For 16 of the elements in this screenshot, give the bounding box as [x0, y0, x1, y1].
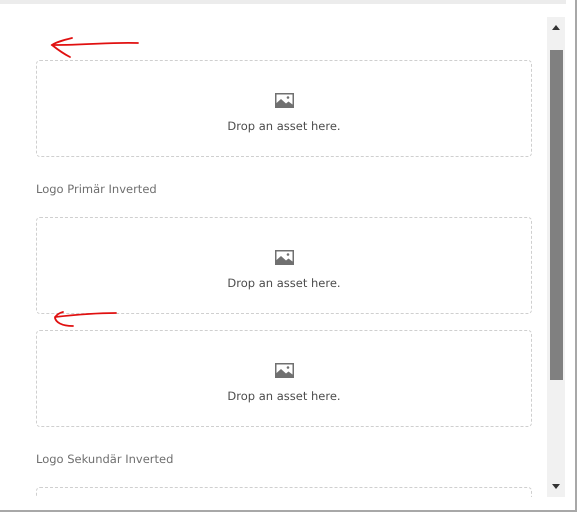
drop-hint: Drop an asset here. [227, 276, 341, 290]
drop-hint: Drop an asset here. [227, 119, 341, 133]
image-icon [274, 93, 294, 108]
image-icon [274, 363, 294, 378]
asset-drop-zone[interactable]: Drop an asset here. [36, 217, 532, 314]
scrollbar[interactable] [547, 17, 565, 497]
annotation-arrow [54, 311, 117, 327]
drop-hint: Drop an asset here. [227, 389, 341, 403]
field-label: Logo Sekundär Inverted [36, 451, 174, 467]
scroll-up-icon[interactable] [552, 25, 560, 30]
image-icon [274, 250, 294, 265]
asset-drop-zone[interactable]: Drop an asset here. [36, 60, 532, 157]
scrollbar-thumb[interactable] [550, 50, 562, 380]
field-label: Logo Primär Inverted [36, 181, 157, 197]
asset-drop-zone[interactable]: Drop an asset here. [36, 330, 532, 427]
scroll-down-icon[interactable] [552, 484, 560, 489]
